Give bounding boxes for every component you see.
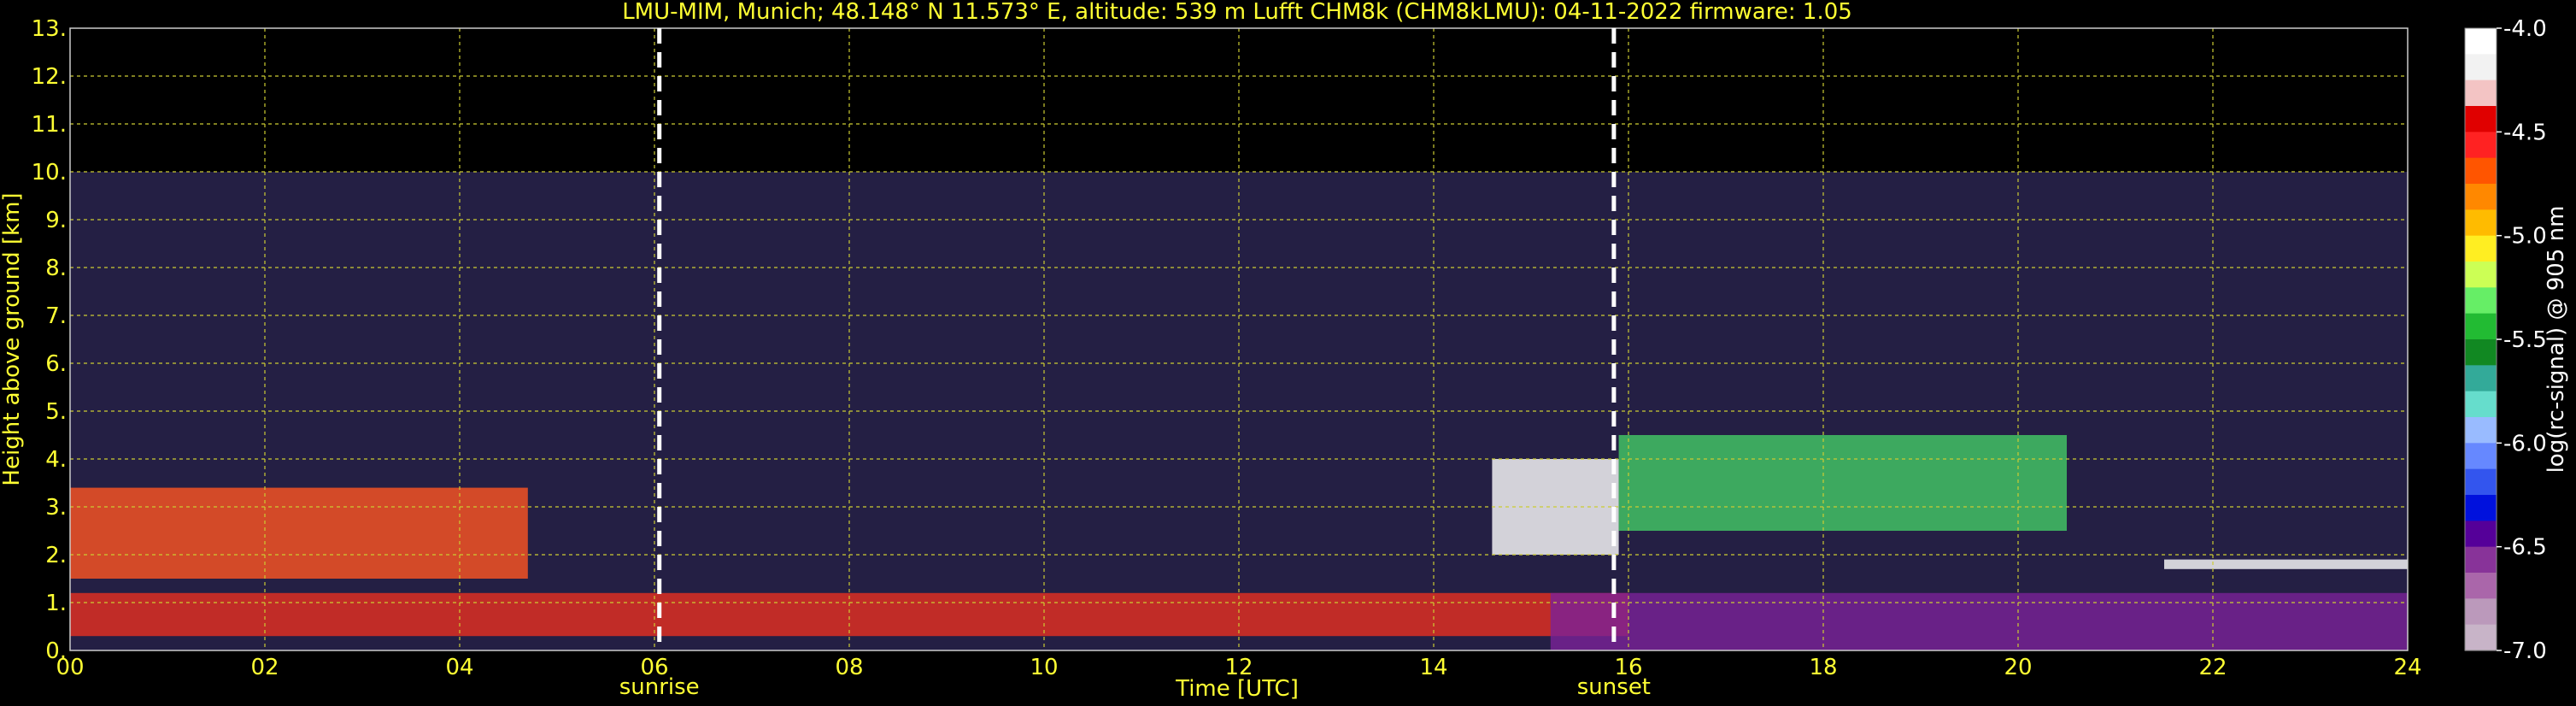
y-tick-label: 6.	[45, 351, 67, 377]
cloud-night	[2164, 559, 2408, 569]
x-tick-label: 04	[445, 655, 473, 680]
colorbar-swatch	[2465, 132, 2497, 159]
y-tick-label: 1.	[45, 591, 67, 616]
purple-layer	[1550, 592, 2408, 650]
y-tick-label: 2.	[45, 543, 67, 568]
ceilometer-chart: sunrise sunset 00 02 04 06 08 10 12 14 16 18 20 22 24…	[0, 0, 2569, 702]
x-tick-label: 14	[1419, 655, 1447, 680]
x-tick-label: 08	[835, 655, 863, 680]
y-tick-label: 0.	[45, 638, 67, 664]
x-tick-label: 18	[1809, 655, 1837, 680]
colorbar-swatch	[2465, 157, 2497, 185]
colorbar-swatch	[2465, 521, 2497, 548]
colorbar-tick-label: -5.0	[2503, 224, 2547, 250]
y-tick-label: 12.	[32, 64, 67, 90]
colorbar-swatch	[2465, 287, 2497, 315]
colorbar-label: log(rc-signal) @ 905 nm	[2544, 206, 2569, 474]
colorbar-tick-label: -6.5	[2503, 535, 2547, 561]
colorbar-swatch	[2465, 624, 2497, 651]
colorbar-swatch	[2465, 365, 2497, 392]
colorbar-swatch	[2465, 54, 2497, 81]
colorbar-swatch	[2465, 546, 2497, 574]
colorbar: -4.0 -4.5 -5.0 -5.5 -6.0 -6.5 -7.0	[2464, 16, 2547, 664]
cloud-evening	[1618, 435, 2067, 531]
colorbar-swatch	[2465, 417, 2497, 444]
colorbar-swatch	[2465, 495, 2497, 521]
colorbar-tick-label: -5.5	[2503, 327, 2547, 353]
colorbar-swatch	[2465, 391, 2497, 418]
colorbar-tick-label: -4.5	[2503, 120, 2547, 145]
x-tick-label: 02	[250, 655, 279, 680]
y-tick-label: 4.	[45, 447, 67, 473]
boundary-layer	[70, 592, 1628, 637]
y-tick-label: 8.	[45, 256, 67, 281]
colorbar-swatch	[2465, 468, 2497, 496]
colorbar-swatch	[2465, 573, 2497, 599]
x-tick-label: 22	[2198, 655, 2227, 680]
x-axis-label: Time [UTC]	[1175, 676, 1299, 702]
colorbar-swatch	[2465, 235, 2497, 262]
colorbar-tick-label: -4.0	[2503, 16, 2547, 42]
colorbar-swatch	[2465, 443, 2497, 470]
colorbar-swatch	[2465, 339, 2497, 366]
x-tick-label: 16	[1614, 655, 1642, 680]
colorbar-swatch	[2465, 28, 2497, 55]
colorbar-tick-label: -7.0	[2503, 638, 2547, 664]
y-tick-label: 13.	[32, 16, 67, 42]
colorbar-swatch	[2465, 184, 2497, 210]
colorbar-swatch	[2465, 313, 2497, 340]
x-tick-label: 20	[2004, 655, 2032, 680]
colorbar-swatch	[2465, 262, 2497, 288]
colorbar-tick-label: -6.0	[2503, 431, 2547, 456]
colorbar-swatch	[2465, 209, 2497, 237]
y-axis-label: Height above ground [km]	[0, 192, 25, 485]
colorbar-swatch	[2465, 598, 2497, 626]
colorbar-swatch	[2465, 106, 2497, 132]
x-tick-label: 24	[2393, 655, 2421, 680]
x-tick-label: 10	[1030, 655, 1058, 680]
y-tick-label: 11.	[32, 112, 67, 138]
y-tick-label: 7.	[45, 303, 67, 329]
chart-title: LMU-MIM, Munich; 48.148° N 11.573° E, al…	[622, 0, 1852, 25]
y-tick-label: 5.	[45, 399, 67, 425]
y-tick-label: 9.	[45, 208, 67, 233]
y-tick-label: 10.	[32, 160, 67, 185]
x-tick-label: 06	[640, 655, 668, 680]
y-tick-label: 3.	[45, 495, 67, 521]
colorbar-swatch	[2465, 79, 2497, 107]
